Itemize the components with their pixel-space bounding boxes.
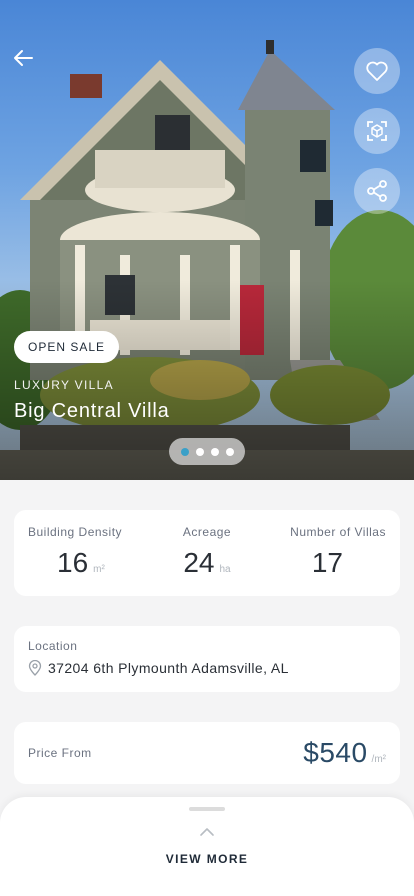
stat-building-density: Building Density 16 m² <box>14 510 147 596</box>
location-address: 37204 6th Plymounth Adamsville, AL <box>48 660 289 676</box>
stat-value-group: 24 ha <box>183 547 230 579</box>
view-more-button[interactable]: VIEW MORE <box>0 852 414 866</box>
stat-value: 17 <box>311 547 343 578</box>
location-card[interactable]: Location 37204 6th Plymounth Adamsville,… <box>14 626 400 692</box>
favorite-button[interactable] <box>354 48 400 94</box>
stat-value-group: 17 <box>312 547 386 579</box>
status-badge: OPEN SALE <box>14 331 120 363</box>
stat-unit: m² <box>93 564 105 575</box>
price-value-group: $540 /m² <box>303 737 386 769</box>
stat-label: Building Density <box>28 525 123 539</box>
map-pin-icon <box>28 660 42 676</box>
carousel-dot-active[interactable] <box>180 447 189 456</box>
share-button[interactable] <box>354 168 400 214</box>
carousel-dot[interactable] <box>195 447 204 456</box>
price-amount: $540 <box>303 737 368 768</box>
location-label: Location <box>28 639 78 653</box>
property-title: Big Central Villa <box>14 400 170 422</box>
property-category: LUXURY VILLA <box>14 378 114 392</box>
chevron-up-icon <box>200 828 214 836</box>
stat-number-of-villas: Number of Villas 17 <box>267 510 400 596</box>
stat-value: 24 <box>183 547 215 578</box>
ar-view-button[interactable] <box>354 108 400 154</box>
stat-value: 16 <box>57 547 89 578</box>
stat-acreage: Acreage 24 ha <box>147 510 266 596</box>
hero-image-carousel[interactable]: OPEN SALE LUXURY VILLA Big Central Villa <box>0 0 414 480</box>
sheet-drag-handle[interactable] <box>189 807 225 811</box>
stat-unit: ha <box>219 564 231 575</box>
carousel-dot[interactable] <box>210 447 219 456</box>
heart-icon <box>366 61 388 81</box>
stat-label: Number of Villas <box>290 525 386 539</box>
carousel-dot[interactable] <box>225 447 234 456</box>
view-more-sheet[interactable]: VIEW MORE <box>0 797 414 896</box>
price-card: Price From $540 /m² <box>14 722 400 784</box>
carousel-pagination[interactable] <box>169 438 245 465</box>
stat-value-group: 16 m² <box>28 547 105 579</box>
ar-view-icon <box>367 121 387 141</box>
stat-label: Acreage <box>182 525 232 539</box>
price-unit: /m² <box>371 754 386 765</box>
back-button[interactable] <box>10 44 38 72</box>
price-label: Price From <box>28 746 92 760</box>
location-row: 37204 6th Plymounth Adamsville, AL <box>28 660 386 676</box>
share-icon <box>367 180 387 202</box>
stats-card: Building Density 16 m² Acreage 24 ha Num… <box>14 510 400 596</box>
arrow-left-icon <box>14 50 33 66</box>
